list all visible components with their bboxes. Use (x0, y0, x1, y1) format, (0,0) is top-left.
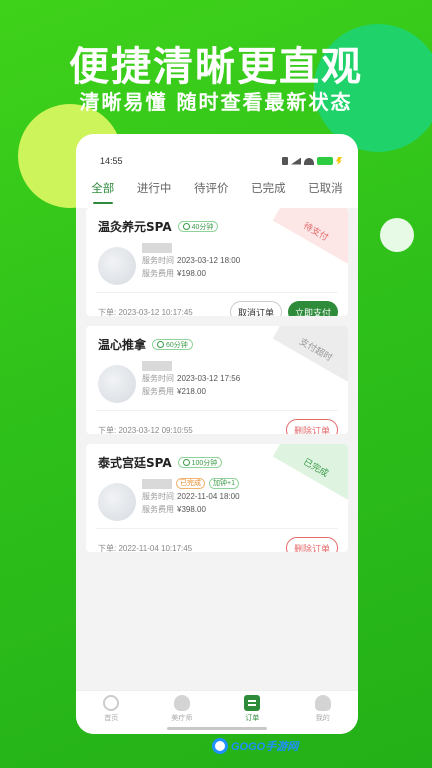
service-title: 温心推拿 (98, 338, 147, 352)
order-time: 下单: 2023-03-12 09:10:55 (98, 425, 193, 435)
decor-bubble-small (380, 218, 414, 252)
duration-text: 60分钟 (166, 341, 188, 349)
promo-subline: 清晰易懂 随时查看最新状态 (79, 90, 353, 114)
clock-icon (182, 459, 190, 466)
service-fee-value: ¥198.00 (177, 269, 206, 278)
duration-badge: 100分钟 (177, 457, 223, 468)
watermark-text: GOGO手游网 (231, 741, 299, 753)
service-title: 泰式宫廷SPA (98, 456, 172, 470)
nav-therapist-label: 美疗师 (171, 715, 193, 722)
service-time-value: 2023-03-12 17:56 (177, 374, 241, 383)
duration-text: 100分钟 (191, 459, 218, 467)
signal-icon (291, 157, 301, 165)
clock-icon (157, 341, 165, 348)
service-fee-value: ¥398.00 (177, 505, 206, 514)
service-title: 温灸养元SPA (98, 220, 172, 234)
tab-in-progress[interactable]: 进行中 (137, 178, 172, 208)
home-indicator (167, 727, 267, 730)
wifi-icon (304, 157, 314, 165)
therapist-avatar (98, 483, 136, 521)
charging-icon (336, 157, 342, 165)
service-fee-value: ¥218.00 (177, 387, 206, 396)
service-time-label: 服务时间 (142, 374, 174, 383)
promo-headline: 便捷清晰更直观 (69, 44, 363, 90)
tab-cancelled[interactable]: 已取消 (308, 178, 343, 208)
therapist-avatar (98, 365, 136, 403)
order-card[interactable]: 待支付 温灸养元SPA 40分钟 服务时间 2023-03-12 18:00 服务… (86, 208, 348, 316)
order-time: 下单: 2023-03-12 10:17:45 (98, 307, 193, 317)
order-card[interactable]: 已完成 泰式宫廷SPA 100分钟 已完成 加钟+1 服务时间 2022-11-0 (86, 444, 348, 552)
service-time-value: 2022-11-04 18:00 (177, 492, 240, 501)
pay-now-button[interactable]: 立即支付 (287, 301, 338, 316)
nav-me[interactable]: 我的 (298, 695, 348, 734)
nav-home[interactable]: 首页 (86, 695, 136, 734)
service-fee-label: 服务费用 (142, 387, 174, 396)
service-fee-label: 服务费用 (142, 505, 174, 514)
extra-time-tag: 加钟+1 (209, 478, 239, 489)
tab-completed[interactable]: 已完成 (251, 178, 286, 208)
vibrate-icon (282, 157, 288, 165)
service-time-value: 2023-03-12 18:00 (177, 256, 241, 265)
nav-me-label: 我的 (315, 715, 330, 722)
nav-home-label: 首页 (104, 715, 119, 722)
status-icons (282, 157, 342, 165)
tab-all[interactable]: 全部 (91, 178, 114, 208)
order-list-icon (244, 695, 261, 711)
status-bar: 14:55 (76, 134, 358, 178)
service-fee-label: 服务费用 (142, 269, 174, 278)
therapist-name-blurred (142, 478, 172, 489)
status-time: 14:55 (100, 156, 123, 166)
completed-tag: 已完成 (176, 478, 205, 489)
order-tabs: 全部 进行中 待评价 已完成 已取消 (76, 178, 358, 208)
bottom-nav: 首页 美疗师 订单 我的 (76, 690, 358, 734)
duration-badge: 40分钟 (177, 221, 219, 232)
cancel-order-button[interactable]: 取消订单 (229, 301, 282, 316)
delete-order-button[interactable]: 删除订单 (285, 419, 338, 434)
duration-badge: 60分钟 (152, 339, 193, 350)
order-time: 下单: 2022-11-04 10:17:45 (98, 543, 193, 553)
therapist-name-blurred (142, 360, 172, 371)
service-time-label: 服务时间 (142, 492, 174, 501)
service-time-label: 服务时间 (142, 256, 174, 265)
user-icon (314, 695, 331, 711)
home-icon (103, 695, 120, 711)
therapist-avatar (98, 247, 136, 285)
therapist-icon (173, 695, 190, 711)
clock-icon (182, 223, 190, 230)
watermark: GOGO手游网 (212, 738, 298, 754)
delete-order-button[interactable]: 删除订单 (285, 537, 338, 552)
tab-to-review[interactable]: 待评价 (194, 178, 229, 208)
order-card[interactable]: 支付超时 温心推拿 60分钟 服务时间 2023-03-12 17:56 服务费用… (86, 326, 348, 434)
watermark-logo-icon (212, 738, 228, 754)
duration-text: 40分钟 (191, 223, 214, 231)
nav-orders-label: 订单 (245, 715, 260, 722)
phone-screen: 14:55 全部 进行中 待评价 已完成 已取消 待支付 温灸养元SPA 40分… (76, 134, 358, 734)
therapist-name-blurred (142, 242, 172, 253)
battery-icon (317, 157, 333, 165)
